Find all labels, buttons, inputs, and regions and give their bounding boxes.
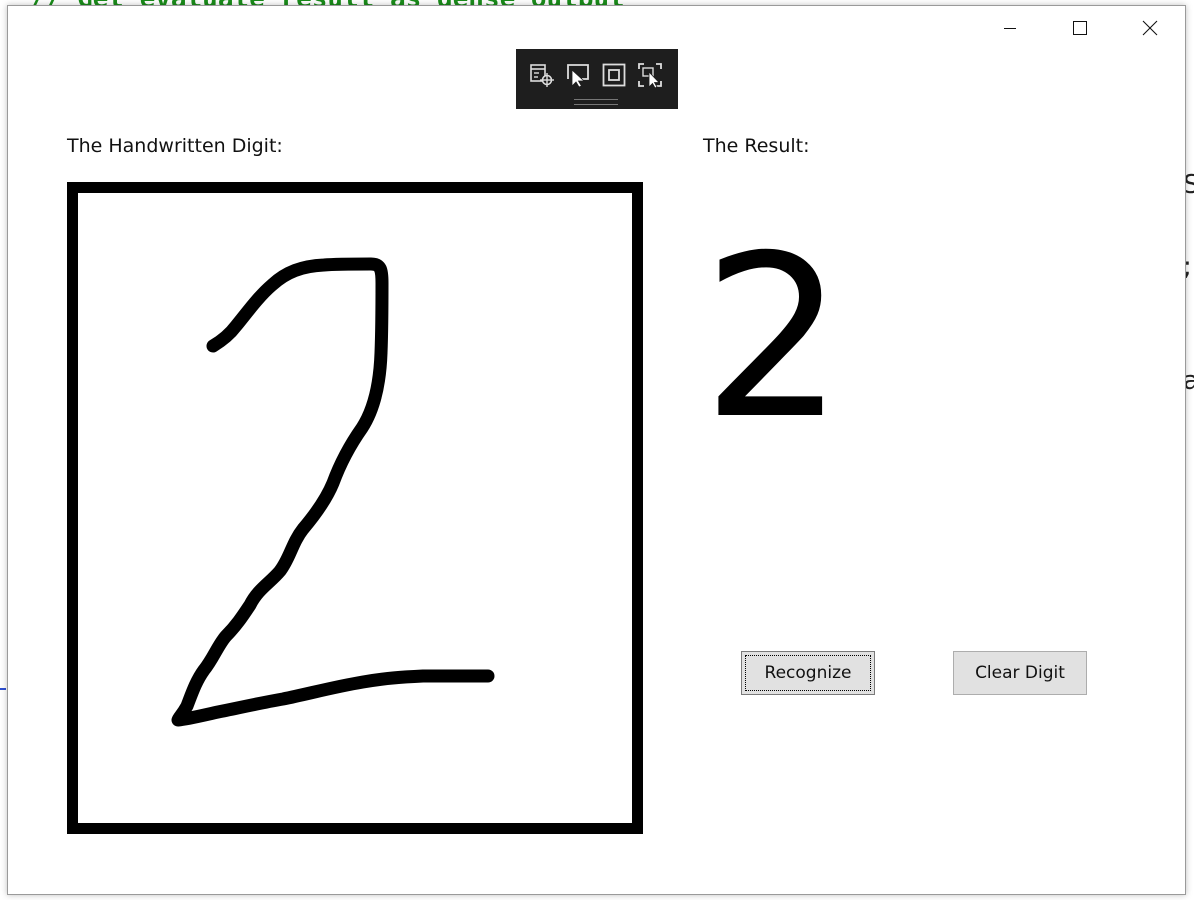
close-icon	[1142, 20, 1158, 36]
live-visual-tree-icon	[530, 64, 554, 87]
select-element-button[interactable]	[560, 57, 596, 93]
maximize-button[interactable]	[1045, 6, 1115, 50]
close-button[interactable]	[1115, 6, 1185, 50]
display-layout-adorners-button[interactable]	[596, 57, 632, 93]
maximize-icon	[1073, 21, 1087, 35]
display-layout-adorners-icon	[602, 63, 626, 87]
recognize-button[interactable]: Recognize	[741, 651, 875, 695]
minimize-icon	[1004, 28, 1016, 29]
recognized-digit: 2	[702, 207, 845, 468]
select-element-icon	[567, 64, 589, 88]
background-margin-mark	[0, 688, 6, 690]
handwritten-digit-label: The Handwritten Digit:	[67, 135, 283, 157]
ink-canvas[interactable]	[67, 182, 643, 834]
clear-digit-button[interactable]: Clear Digit	[953, 651, 1087, 695]
handwritten-digit-stroke	[171, 257, 495, 727]
result-label: The Result:	[703, 135, 810, 157]
app-window: The Handwritten Digit: The Result: 2 Rec…	[7, 5, 1186, 895]
toolbar-grip[interactable]	[574, 99, 618, 105]
debug-toolbar	[516, 49, 678, 109]
window-controls	[975, 6, 1185, 50]
minimize-button[interactable]	[975, 6, 1045, 50]
track-focused-element-button[interactable]	[632, 57, 668, 93]
live-visual-tree-button[interactable]	[524, 57, 560, 93]
track-focused-element-icon	[638, 63, 662, 88]
